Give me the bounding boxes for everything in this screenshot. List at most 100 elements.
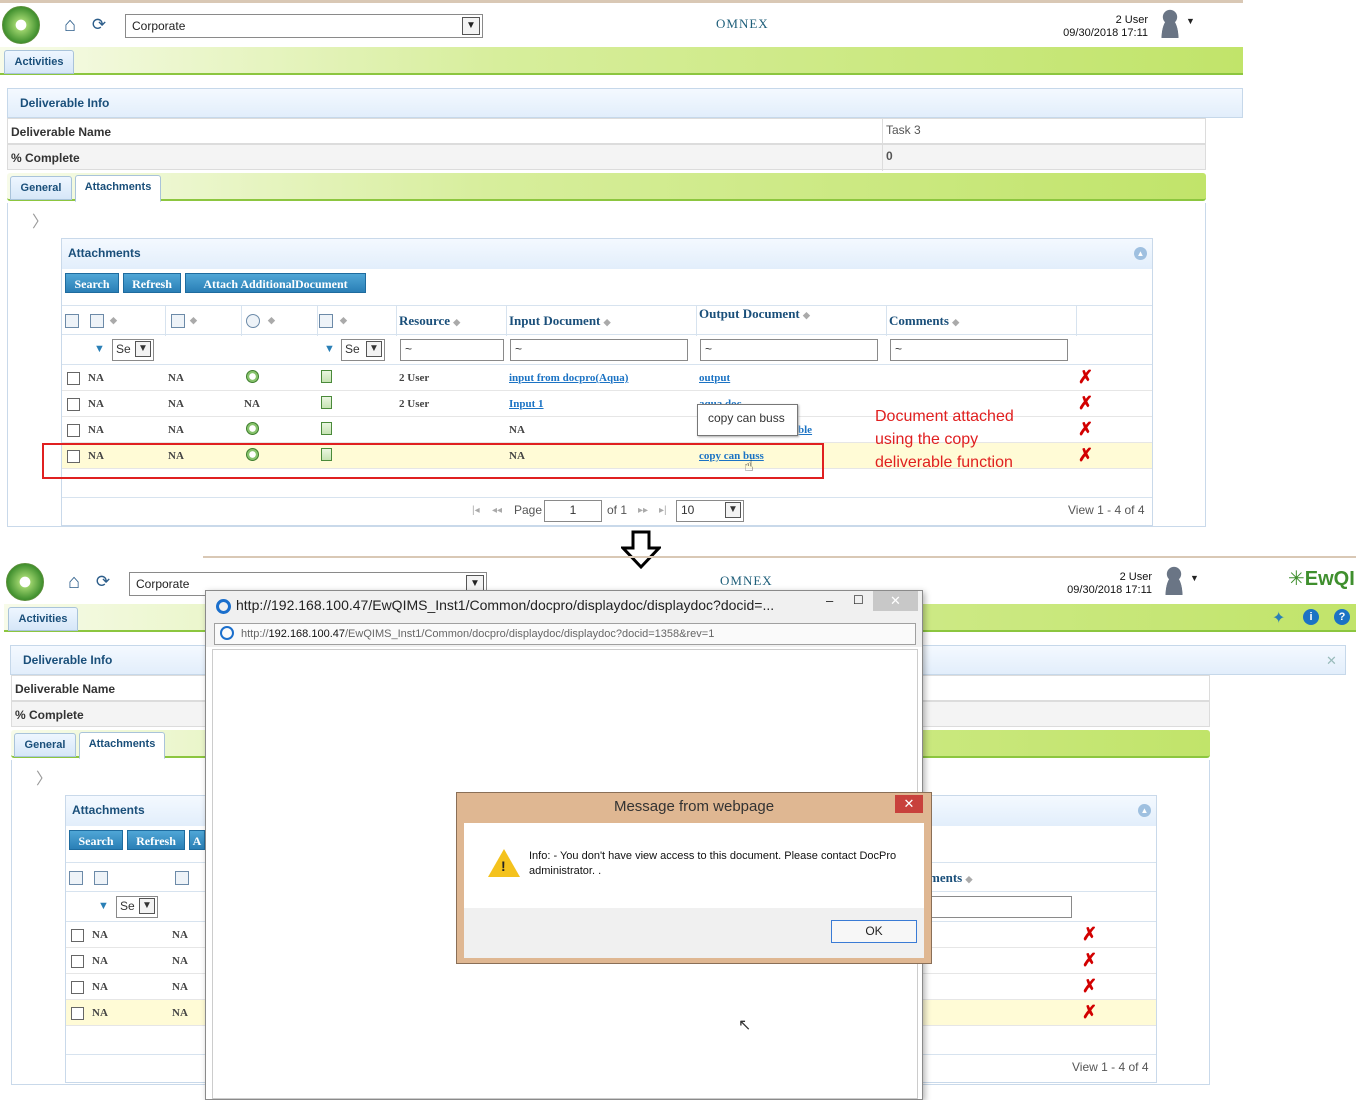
- filter-select-2[interactable]: Se ▼: [341, 339, 385, 361]
- first-page-icon[interactable]: |◂: [472, 505, 480, 516]
- filter-icon[interactable]: ▼: [94, 343, 105, 355]
- collapse-arrow-icon[interactable]: 〉: [36, 765, 52, 789]
- last-page-icon[interactable]: ▸|: [659, 505, 667, 516]
- output-document-link[interactable]: ble: [798, 424, 812, 436]
- close-icon[interactable]: ✕: [1326, 653, 1337, 669]
- ok-button[interactable]: OK: [831, 920, 917, 943]
- col-header-3[interactable]: ◆: [242, 306, 318, 336]
- filter-icon[interactable]: ▼: [324, 343, 335, 355]
- collapse-arrow-icon[interactable]: 〉: [32, 208, 48, 232]
- delete-icon[interactable]: ✗: [1078, 368, 1093, 386]
- row-checkbox[interactable]: [67, 398, 80, 411]
- search-button[interactable]: Search: [65, 273, 119, 293]
- maximize-button[interactable]: ☐: [853, 593, 864, 607]
- refresh-icon[interactable]: ⟳: [92, 571, 114, 593]
- comments-filter-input[interactable]: [924, 896, 1072, 918]
- delete-icon[interactable]: ✗: [1078, 420, 1093, 438]
- caret-down-icon[interactable]: ▼: [1190, 573, 1199, 583]
- col-header-4[interactable]: ◆: [318, 306, 397, 336]
- app-brand-logo: ✳EwQIMS: [1288, 568, 1356, 590]
- col-header-1[interactable]: ◆: [84, 306, 166, 336]
- tab-general[interactable]: General: [14, 733, 76, 757]
- attach-additional-document-button[interactable]: A: [189, 830, 205, 850]
- row-checkbox[interactable]: [71, 929, 84, 942]
- pin-icon[interactable]: ✦: [1272, 608, 1285, 628]
- filter-select-1[interactable]: Se ▼: [112, 339, 154, 361]
- dialog-close-button[interactable]: ✕: [895, 795, 923, 813]
- home-icon[interactable]: ⌂: [63, 571, 85, 593]
- address-bar[interactable]: http://192.168.100.47/EwQIMS_Inst1/Commo…: [214, 623, 916, 645]
- resource-filter-input[interactable]: ~: [400, 339, 504, 361]
- input-document-filter-input[interactable]: ~: [510, 339, 688, 361]
- filter-icon[interactable]: ▼: [98, 900, 109, 912]
- delete-icon[interactable]: ✗: [1082, 977, 1097, 995]
- page-number-input[interactable]: 1: [544, 500, 602, 522]
- document-icon[interactable]: [321, 422, 332, 435]
- chevron-down-icon: ▼: [462, 17, 480, 35]
- col-header-input-document[interactable]: Input Document ◆: [507, 306, 697, 336]
- delete-icon[interactable]: ✗: [1078, 394, 1093, 412]
- col-header-2[interactable]: ◆: [166, 306, 242, 336]
- row-checkbox[interactable]: [71, 1007, 84, 1020]
- col-header-comments[interactable]: ments ◆: [921, 863, 1081, 893]
- expand-all-icon[interactable]: [69, 871, 83, 885]
- refresh-button[interactable]: Refresh: [123, 273, 181, 293]
- row-checkbox[interactable]: [71, 981, 84, 994]
- tab-attachments[interactable]: Attachments: [79, 732, 165, 759]
- refresh-icon[interactable]: ⟳: [88, 14, 110, 36]
- browser-icon: [216, 599, 231, 614]
- down-arrow-icon: [619, 530, 663, 570]
- avatar[interactable]: [1161, 565, 1187, 595]
- tab-activities[interactable]: Activities: [8, 607, 78, 631]
- minimize-button[interactable]: –: [826, 593, 833, 608]
- delete-icon[interactable]: ✗: [1082, 925, 1097, 943]
- dialog-body: ! Info: - You don't have view access to …: [464, 823, 924, 908]
- document-icon[interactable]: [321, 370, 332, 383]
- delete-icon[interactable]: ✗: [1082, 1003, 1097, 1021]
- tab-attachments[interactable]: Attachments: [75, 175, 161, 202]
- collapse-icon[interactable]: ▲: [1138, 804, 1151, 817]
- col-header-comments[interactable]: Comments ◆: [887, 306, 1077, 336]
- home-icon[interactable]: ⌂: [59, 14, 81, 36]
- tab-general[interactable]: General: [10, 176, 72, 200]
- document-icon[interactable]: [175, 871, 189, 885]
- row-checkbox[interactable]: [67, 372, 80, 385]
- search-doc-icon[interactable]: [94, 871, 108, 885]
- close-window-button[interactable]: ✕: [873, 591, 918, 611]
- refresh-button[interactable]: Refresh: [127, 830, 185, 850]
- row-checkbox[interactable]: [71, 955, 84, 968]
- percent-complete-row: % Complete 0: [7, 144, 1206, 171]
- delete-icon[interactable]: ✗: [1082, 951, 1097, 969]
- row-checkbox[interactable]: [67, 424, 80, 437]
- avatar[interactable]: [1157, 8, 1183, 38]
- output-document-filter-input[interactable]: ~: [700, 339, 878, 361]
- expand-all-icon[interactable]: [65, 314, 79, 328]
- output-document-link[interactable]: output: [699, 372, 730, 384]
- search-button[interactable]: Search: [69, 830, 123, 850]
- grid-filter-row: ▼ Se ▼ ▼ Se ▼ ~ ~ ~ ~: [62, 335, 1152, 365]
- col-header-resource[interactable]: Resource ◆: [397, 306, 507, 336]
- filter-select-1[interactable]: Se ▼: [116, 896, 158, 918]
- app-logo: [2, 6, 40, 44]
- help-icon[interactable]: ?: [1334, 609, 1350, 625]
- attach-doc-icon: [319, 314, 333, 328]
- input-document-link[interactable]: input from docpro(Aqua): [509, 372, 628, 384]
- org-select[interactable]: Corporate ▼: [125, 14, 483, 38]
- document-icon[interactable]: [321, 396, 332, 409]
- clock-icon[interactable]: [246, 370, 259, 383]
- caret-down-icon[interactable]: ▼: [1186, 16, 1195, 26]
- info-icon[interactable]: i: [1303, 609, 1319, 625]
- collapse-icon[interactable]: ▲: [1134, 247, 1147, 260]
- tab-activities[interactable]: Activities: [4, 50, 74, 74]
- page-size-select[interactable]: 10 ▼: [676, 500, 744, 522]
- comments-filter-input[interactable]: ~: [890, 339, 1068, 361]
- col-header-output-document[interactable]: Output Document ◆: [697, 306, 887, 336]
- next-page-icon[interactable]: ▸▸: [638, 505, 648, 516]
- delete-icon[interactable]: ✗: [1078, 446, 1093, 464]
- table-row[interactable]: NA NA 2 User input from docpro(Aqua) out…: [62, 365, 1152, 391]
- deliverable-name-row: Deliverable Name Task 3: [7, 118, 1206, 145]
- prev-page-icon[interactable]: ◂◂: [492, 505, 502, 516]
- attach-additional-document-button[interactable]: Attach AdditionalDocument: [185, 273, 366, 293]
- clock-icon[interactable]: [246, 422, 259, 435]
- input-document-link[interactable]: Input 1: [509, 398, 544, 410]
